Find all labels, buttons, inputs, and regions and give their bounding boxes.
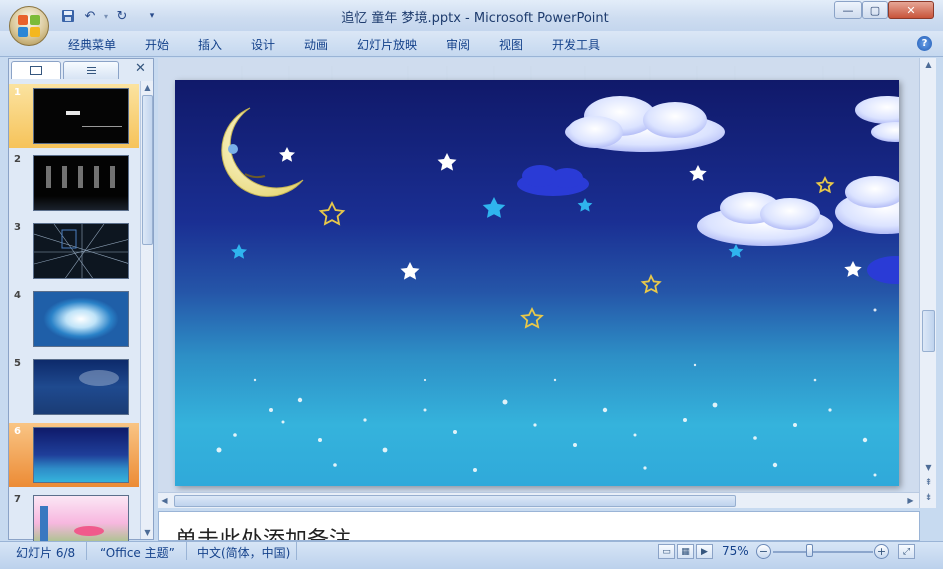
menu-home[interactable]: 开始 [145,36,169,53]
redo-icon[interactable]: ↻ [114,8,130,24]
maximize-button[interactable]: ▢ [862,1,888,19]
scroll-up-icon[interactable]: ▲ [141,81,154,94]
zoom-slider[interactable] [773,551,873,553]
slide-thumbnail-1[interactable]: 1 [9,84,139,148]
slide-counter: 幻灯片 6/8 [16,546,76,560]
thumbnail-number: 1 [14,87,21,98]
scrollbar-thumb[interactable] [142,95,153,245]
window-title: 追忆 童年 梦境.pptx - Microsoft PowerPoint [341,11,609,26]
slide-canvas[interactable] [175,80,899,486]
thumbnail-image [33,427,129,483]
previous-slide-icon[interactable]: ⇞ [922,476,935,489]
thumbnail-number: 6 [14,426,21,437]
scrollbar-thumb[interactable] [922,310,935,352]
office-logo-icon [18,15,40,37]
menu-review[interactable]: 审阅 [446,36,470,53]
slide-sorter-view-icon[interactable]: ▦ [677,544,694,559]
slide-horizontal-scrollbar[interactable]: ◀ ▶ [158,492,919,508]
close-button[interactable]: ✕ [888,1,934,19]
slideshow-view-icon[interactable]: ▶ [696,544,713,559]
zoom-slider-thumb[interactable] [805,544,813,557]
thumbnail-number: 2 [14,154,21,165]
thumbnail-image [33,155,129,211]
title-bar: ↶ ▾ ↻ ▾ 追忆 童年 梦境.pptx - Microsoft PowerP… [0,0,943,31]
thumbnail-scrollbar[interactable]: ▲ ▼ [140,81,153,539]
thumbnail-image [33,223,129,279]
status-separator [186,542,187,560]
scroll-down-icon[interactable]: ▼ [141,526,154,539]
fit-to-window-icon[interactable]: ⤢ [898,544,915,559]
zoom-in-icon[interactable]: + [874,544,889,559]
menu-view[interactable]: 视图 [499,36,523,53]
status-separator [86,542,87,560]
theme-name[interactable]: “Office 主题” [100,544,175,560]
menu-developer[interactable]: 开发工具 [552,36,600,53]
status-bar: 幻灯片 6/8 “Office 主题” 中文(简体，中国) ▭ ▦ ▶ 75% … [0,541,943,569]
language-indicator[interactable]: 中文(简体，中国) [197,544,290,560]
customize-icon[interactable]: ▾ [144,8,160,24]
thumbnail-image [33,88,129,144]
scroll-right-icon[interactable]: ▶ [904,494,917,507]
zoom-out-icon[interactable]: − [756,544,771,559]
scroll-left-icon[interactable]: ◀ [158,494,171,507]
normal-view-icon[interactable]: ▭ [658,544,675,559]
scrollbar-thumb[interactable] [174,495,736,507]
slide-vertical-scrollbar[interactable]: ▲ ▼ ⇞ ⇟ [919,58,936,508]
outline-tab-icon[interactable] [63,61,119,79]
slide-thumbnail-4[interactable]: 4 [9,287,139,351]
undo-dropdown-icon[interactable]: ▾ [98,8,114,24]
slide-thumbnail-6[interactable]: 6 [9,423,139,487]
status-separator [296,542,297,560]
menu-slideshow[interactable]: 幻灯片放映 [357,36,417,53]
thumbnail-number: 5 [14,358,21,369]
slide-thumbnail-5[interactable]: 5 [9,355,139,419]
slides-panel: ✕ 1 2 3 4 5 6 7 ▲ ▼ [8,58,154,551]
menu-animation[interactable]: 动画 [304,36,328,53]
slide-artwork [216,96,899,477]
minimize-button[interactable]: — [834,1,862,19]
scroll-down-icon[interactable]: ▼ [922,461,935,474]
save-icon[interactable] [60,8,76,24]
thumbnail-number: 3 [14,222,21,233]
notes-pane[interactable]: 单击此处添加备注 [158,511,920,541]
menu-bar: 经典菜单 开始 插入 设计 动画 幻灯片放映 审阅 视图 开发工具 ? [0,31,943,57]
help-icon[interactable]: ? [917,36,932,51]
menu-insert[interactable]: 插入 [198,36,222,53]
menu-design[interactable]: 设计 [251,36,275,53]
menu-classic[interactable]: 经典菜单 [68,36,116,53]
slide-thumbnail-3[interactable]: 3 [9,219,139,283]
thumbnail-number: 7 [14,494,21,505]
thumbnail-image [33,359,129,415]
scroll-up-icon[interactable]: ▲ [922,58,935,71]
panel-close-icon[interactable]: ✕ [135,61,146,76]
undo-icon[interactable]: ↶ [82,8,98,24]
thumbnail-image [33,291,129,347]
slides-tab-icon[interactable] [11,61,61,79]
zoom-level[interactable]: 75% [722,544,749,559]
notes-placeholder[interactable]: 单击此处添加备注 [175,522,351,540]
slide-thumbnail-2[interactable]: 2 [9,151,139,215]
office-button[interactable] [9,6,49,46]
next-slide-icon[interactable]: ⇟ [922,491,935,504]
thumbnail-number: 4 [14,290,21,301]
